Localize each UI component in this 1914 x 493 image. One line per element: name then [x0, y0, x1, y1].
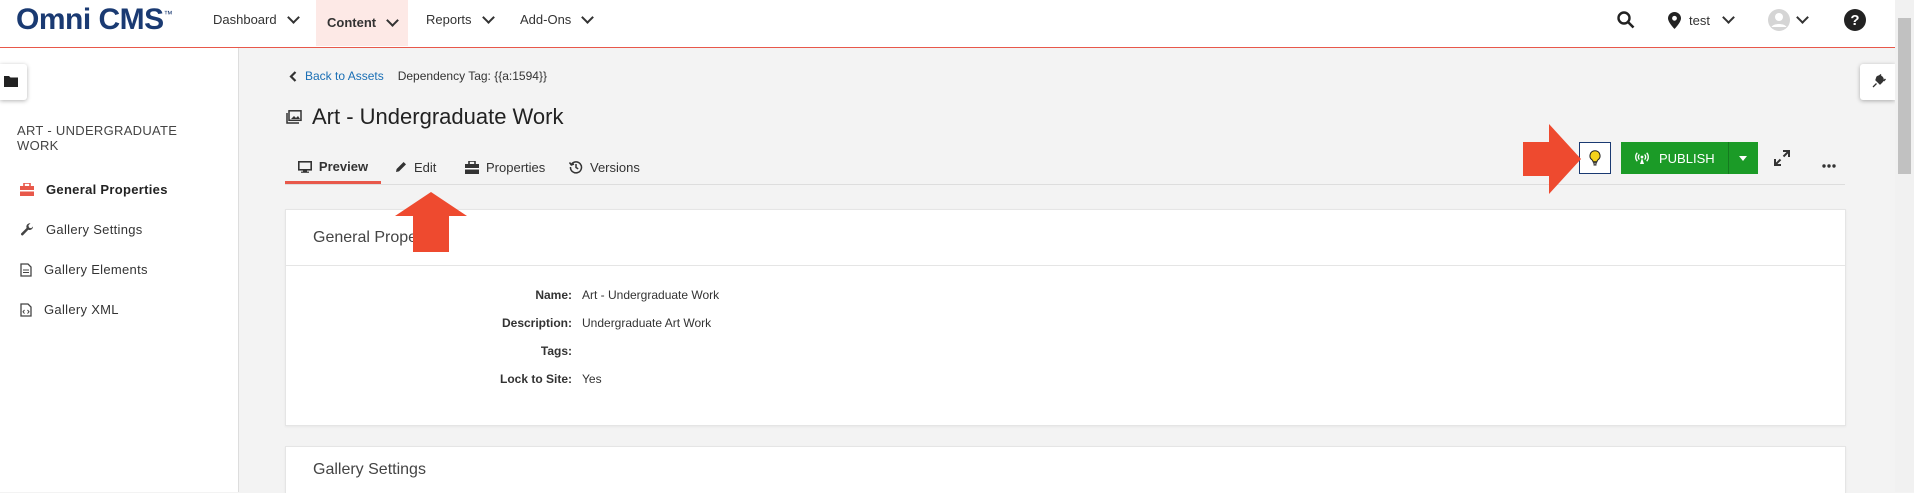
- wrench-icon: [20, 222, 34, 235]
- page-title: Art - Undergraduate Work: [312, 104, 564, 129]
- caret-down-icon: [1739, 155, 1748, 161]
- plug-icon: [1872, 74, 1886, 88]
- publish-label: PUBLISH: [1659, 150, 1715, 166]
- site-label: test: [1689, 12, 1710, 28]
- property-tags-row: Tags:: [386, 344, 582, 358]
- tab-label: Preview: [318, 159, 369, 174]
- ellipsis-icon: [1822, 164, 1836, 168]
- nav-reports-label: Reports: [426, 12, 472, 27]
- avatar: [1768, 9, 1790, 31]
- property-description-row: Description: Undergraduate Art Work: [386, 316, 711, 330]
- sidebar-title: ART - UNDERGRADUATE WORK: [17, 123, 178, 153]
- sidebar-item-label: Gallery Settings: [46, 222, 143, 237]
- fullscreen-button[interactable]: [1774, 150, 1790, 171]
- tab-versions[interactable]: Versions: [569, 152, 640, 182]
- property-label: Lock to Site:: [499, 372, 572, 386]
- site-selector[interactable]: test: [1668, 0, 1735, 40]
- dependency-tag: Dependency Tag: {{a:1594}}: [397, 69, 547, 83]
- publish-options-button[interactable]: [1727, 142, 1758, 174]
- property-value: Art - Undergraduate Work: [582, 288, 720, 302]
- property-label: Description:: [501, 316, 572, 330]
- tab-label: Versions: [590, 159, 640, 175]
- sidebar-item-label: Gallery XML: [44, 302, 119, 317]
- help-button[interactable]: ?: [1843, 0, 1867, 40]
- general-properties-card: General Properties Name: Art - Undergrad…: [285, 209, 1846, 426]
- lightbulb-icon: [1589, 150, 1601, 166]
- page-title-row: Art - Undergraduate Work: [286, 104, 563, 130]
- toolbox-icon: [20, 183, 34, 196]
- user-menu[interactable]: [1768, 0, 1809, 40]
- tab-edit[interactable]: Edit: [395, 152, 436, 182]
- search-button[interactable]: [1617, 0, 1635, 40]
- folder-icon: [4, 76, 18, 87]
- tab-preview[interactable]: Preview: [285, 152, 381, 184]
- annotation-arrow-up: [395, 192, 467, 252]
- broadcast-icon: [1635, 152, 1649, 164]
- document-icon: [20, 262, 32, 277]
- tab-label: Properties: [486, 159, 546, 175]
- sidebar-item-general-properties[interactable]: General Properties: [20, 182, 168, 197]
- sidebar-item-gallery-elements[interactable]: Gallery Elements: [20, 262, 148, 277]
- breadcrumb: Back to Assets Dependency Tag: {{a:1594}…: [289, 69, 547, 83]
- property-value: Undergraduate Art Work: [582, 316, 712, 330]
- monitor-icon: [297, 160, 312, 173]
- back-to-assets-link[interactable]: Back to Assets: [305, 69, 384, 83]
- nav-addons-label: Add-Ons: [520, 12, 572, 27]
- sidebar-item-gallery-settings[interactable]: Gallery Settings: [20, 222, 143, 237]
- omni-cms-logo[interactable]: Omni CMS™: [16, 3, 173, 37]
- sidebar-item-gallery-xml[interactable]: Gallery XML: [20, 302, 119, 317]
- more-options-button[interactable]: [1822, 155, 1836, 173]
- property-label: Name:: [535, 288, 572, 302]
- sidebar-item-label: Gallery Elements: [44, 262, 148, 277]
- svg-text:?: ?: [1850, 12, 1859, 29]
- page-scrollbar[interactable]: [1895, 0, 1914, 492]
- question-circle-icon: ?: [1844, 9, 1866, 31]
- chevron-down-icon: [481, 11, 495, 24]
- card-title: General Properties: [286, 210, 1845, 266]
- gallery-settings-card: Gallery Settings: [285, 446, 1846, 493]
- chevron-down-icon: [581, 11, 595, 24]
- nav-content-label: Content: [327, 15, 377, 30]
- nav-content[interactable]: Content: [316, 0, 409, 46]
- nav-dashboard[interactable]: Dashboard: [202, 0, 309, 40]
- chevron-down-icon: [1722, 11, 1735, 24]
- publish-button-group: PUBLISH: [1621, 142, 1758, 174]
- publish-button[interactable]: PUBLISH: [1621, 142, 1728, 174]
- nav-dashboard-label: Dashboard: [213, 12, 277, 27]
- file-navigation-toggle[interactable]: [0, 64, 27, 100]
- nav-addons[interactable]: Add-Ons: [509, 0, 603, 40]
- search-icon: [1617, 11, 1635, 29]
- property-label: Tags:: [540, 344, 572, 358]
- top-navbar: Omni CMS™ Dashboard Content Reports Add-…: [0, 0, 1895, 48]
- chevron-down-icon: [386, 14, 399, 27]
- pencil-icon: [396, 162, 406, 172]
- history-icon: [569, 161, 583, 174]
- xml-file-icon: [20, 302, 32, 317]
- scrollbar-thumb[interactable]: [1898, 18, 1911, 174]
- nav-reports[interactable]: Reports: [415, 0, 504, 40]
- chevron-down-icon: [1796, 11, 1809, 24]
- map-marker-icon: [1668, 11, 1681, 29]
- property-name-row: Name: Art - Undergraduate Work: [386, 288, 719, 302]
- view-tabs: Preview Edit Properties Versions: [285, 152, 1845, 185]
- chevron-left-icon: [289, 70, 297, 82]
- sidebar-item-label: General Properties: [46, 182, 168, 197]
- annotation-arrow-right: [1523, 124, 1581, 194]
- gallery-icon: [286, 110, 302, 124]
- dependency-panel-toggle[interactable]: [1860, 64, 1895, 100]
- expand-icon: [1774, 150, 1790, 166]
- suggestions-button[interactable]: [1579, 142, 1611, 174]
- tab-label: Edit: [414, 159, 437, 175]
- card-title: Gallery Settings: [313, 461, 426, 478]
- property-lock-to-site-row: Lock to Site: Yes: [386, 372, 602, 386]
- toolbox-icon: [465, 160, 479, 174]
- chevron-down-icon: [286, 11, 300, 24]
- tab-properties[interactable]: Properties: [465, 152, 545, 182]
- property-value: Yes: [582, 372, 602, 386]
